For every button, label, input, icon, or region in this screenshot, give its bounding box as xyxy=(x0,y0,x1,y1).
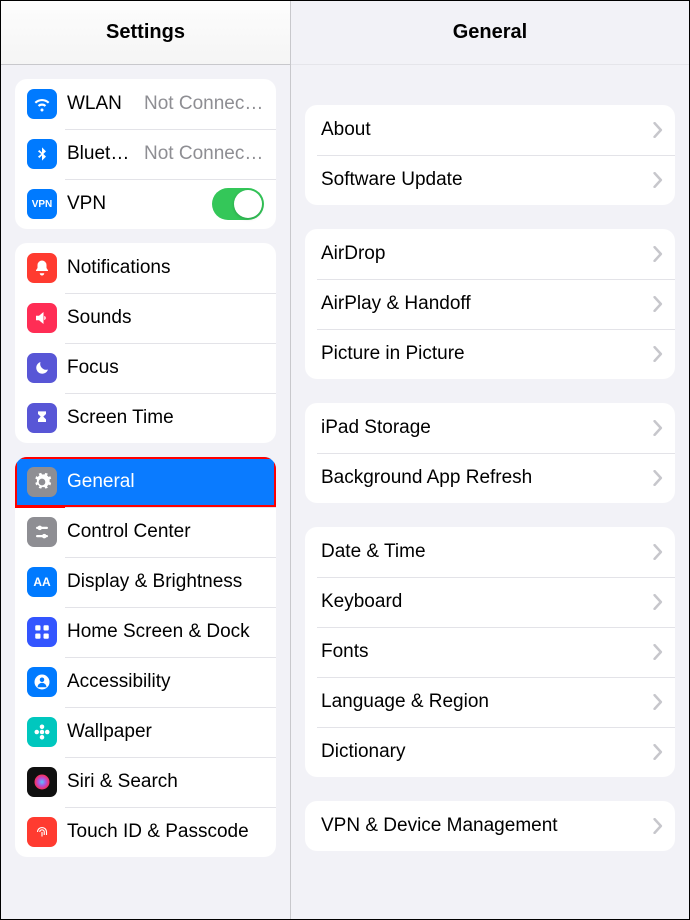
flower-icon xyxy=(27,717,57,747)
detail-item-label: Date & Time xyxy=(321,541,647,563)
detail-item-label: Picture in Picture xyxy=(321,343,647,365)
detail-group: iPad Storage Background App Refresh xyxy=(305,403,675,503)
fingerprint-icon xyxy=(27,817,57,847)
wifi-icon xyxy=(27,89,57,119)
sidebar-item-home-screen[interactable]: Home Screen & Dock xyxy=(15,607,276,657)
detail-item-keyboard[interactable]: Keyboard xyxy=(305,577,675,627)
sidebar-item-label: Wallpaper xyxy=(67,721,264,743)
detail-title: General xyxy=(291,1,689,65)
chevron-right-icon xyxy=(653,470,663,486)
detail-item-vpn-mgmt[interactable]: VPN & Device Management xyxy=(305,801,675,851)
toggle-vpn[interactable] xyxy=(212,188,264,220)
gear-icon xyxy=(27,467,57,497)
sidebar-item-bluetooth[interactable]: Bluetooth Not Connected xyxy=(15,129,276,179)
detail-group: About Software Update xyxy=(305,105,675,205)
detail-item-label: Background App Refresh xyxy=(321,467,647,489)
sidebar-item-vpn[interactable]: VPN VPN xyxy=(15,179,276,229)
detail-item-fonts[interactable]: Fonts xyxy=(305,627,675,677)
detail-group: VPN & Device Management xyxy=(305,801,675,851)
sidebar-item-label: Sounds xyxy=(67,307,264,329)
moon-icon xyxy=(27,353,57,383)
sidebar-item-label: Touch ID & Passcode xyxy=(67,821,264,843)
sidebar-item-label: Display & Brightness xyxy=(67,571,264,593)
detail-item-label: Keyboard xyxy=(321,591,647,613)
detail-item-storage[interactable]: iPad Storage xyxy=(305,403,675,453)
chevron-right-icon xyxy=(653,594,663,610)
sidebar-item-control-center[interactable]: Control Center xyxy=(15,507,276,557)
detail-item-language[interactable]: Language & Region xyxy=(305,677,675,727)
detail-group: Date & Time Keyboard Fonts Language & Regio… xyxy=(305,527,675,777)
sidebar-item-siri[interactable]: Siri & Search xyxy=(15,757,276,807)
sidebar-item-screen-time[interactable]: Screen Time xyxy=(15,393,276,443)
detail-group: AirDrop AirPlay & Handoff Picture in Pictu… xyxy=(305,229,675,379)
detail-item-label: Language & Region xyxy=(321,691,647,713)
detail-item-airplay[interactable]: AirPlay & Handoff xyxy=(305,279,675,329)
detail-item-label: iPad Storage xyxy=(321,417,647,439)
chevron-right-icon xyxy=(653,246,663,262)
sidebar-item-value: Not Connected xyxy=(144,143,264,165)
detail-item-label: About xyxy=(321,119,647,141)
speaker-icon xyxy=(27,303,57,333)
hourglass-icon xyxy=(27,403,57,433)
siri-icon xyxy=(27,767,57,797)
detail-item-date-time[interactable]: Date & Time xyxy=(305,527,675,577)
sidebar-item-label: Siri & Search xyxy=(67,771,264,793)
sidebar-item-general[interactable]: General xyxy=(15,457,276,507)
sidebar-item-notifications[interactable]: Notifications xyxy=(15,243,276,293)
detail-item-label: Fonts xyxy=(321,641,647,663)
sidebar-item-touchid[interactable]: Touch ID & Passcode xyxy=(15,807,276,857)
sidebar-item-label: Control Center xyxy=(67,521,264,543)
sidebar-group: General Control Center AA Display & Brightn… xyxy=(15,457,276,857)
sidebar-item-label: Screen Time xyxy=(67,407,264,429)
sidebar: Settings WLAN Not Connected Bluetooth Not C… xyxy=(1,1,291,919)
chevron-right-icon xyxy=(653,544,663,560)
detail-item-label: Software Update xyxy=(321,169,647,191)
sidebar-item-label: Focus xyxy=(67,357,264,379)
sidebar-item-label: Accessibility xyxy=(67,671,264,693)
bluetooth-icon xyxy=(27,139,57,169)
chevron-right-icon xyxy=(653,172,663,188)
sidebar-item-label: Home Screen & Dock xyxy=(67,621,264,643)
chevron-right-icon xyxy=(653,122,663,138)
sidebar-item-wallpaper[interactable]: Wallpaper xyxy=(15,707,276,757)
person-icon xyxy=(27,667,57,697)
sidebar-group: Notifications Sounds Focus Screen Time xyxy=(15,243,276,443)
detail-item-software-update[interactable]: Software Update xyxy=(305,155,675,205)
chevron-right-icon xyxy=(653,296,663,312)
sidebar-item-value: Not Connected xyxy=(144,93,264,115)
sidebar-item-label: Bluetooth xyxy=(67,143,138,165)
sidebar-item-label: WLAN xyxy=(67,93,138,115)
sidebar-item-label: Notifications xyxy=(67,257,264,279)
sidebar-item-sounds[interactable]: Sounds xyxy=(15,293,276,343)
detail-item-label: AirPlay & Handoff xyxy=(321,293,647,315)
chevron-right-icon xyxy=(653,644,663,660)
bell-icon xyxy=(27,253,57,283)
detail-item-about[interactable]: About xyxy=(305,105,675,155)
sidebar-group: WLAN Not Connected Bluetooth Not Connected V… xyxy=(15,79,276,229)
grid-icon xyxy=(27,617,57,647)
chevron-right-icon xyxy=(653,420,663,436)
detail-item-airdrop[interactable]: AirDrop xyxy=(305,229,675,279)
chevron-right-icon xyxy=(653,744,663,760)
sidebar-item-accessibility[interactable]: Accessibility xyxy=(15,657,276,707)
vpn-icon: VPN xyxy=(27,189,57,219)
sliders-icon xyxy=(27,517,57,547)
detail-item-pip[interactable]: Picture in Picture xyxy=(305,329,675,379)
detail-item-dictionary[interactable]: Dictionary xyxy=(305,727,675,777)
detail-item-label: AirDrop xyxy=(321,243,647,265)
chevron-right-icon xyxy=(653,694,663,710)
chevron-right-icon xyxy=(653,346,663,362)
display-icon: AA xyxy=(27,567,57,597)
sidebar-item-focus[interactable]: Focus xyxy=(15,343,276,393)
sidebar-item-display[interactable]: AA Display & Brightness xyxy=(15,557,276,607)
sidebar-item-wlan[interactable]: WLAN Not Connected xyxy=(15,79,276,129)
sidebar-title: Settings xyxy=(1,1,290,65)
detail-item-label: VPN & Device Management xyxy=(321,815,647,837)
detail-item-background-refresh[interactable]: Background App Refresh xyxy=(305,453,675,503)
chevron-right-icon xyxy=(653,818,663,834)
sidebar-item-label: VPN xyxy=(67,193,212,215)
detail-item-label: Dictionary xyxy=(321,741,647,763)
sidebar-item-label: General xyxy=(67,471,264,493)
detail-pane: General About Software Update AirDrop AirPl… xyxy=(291,1,689,919)
